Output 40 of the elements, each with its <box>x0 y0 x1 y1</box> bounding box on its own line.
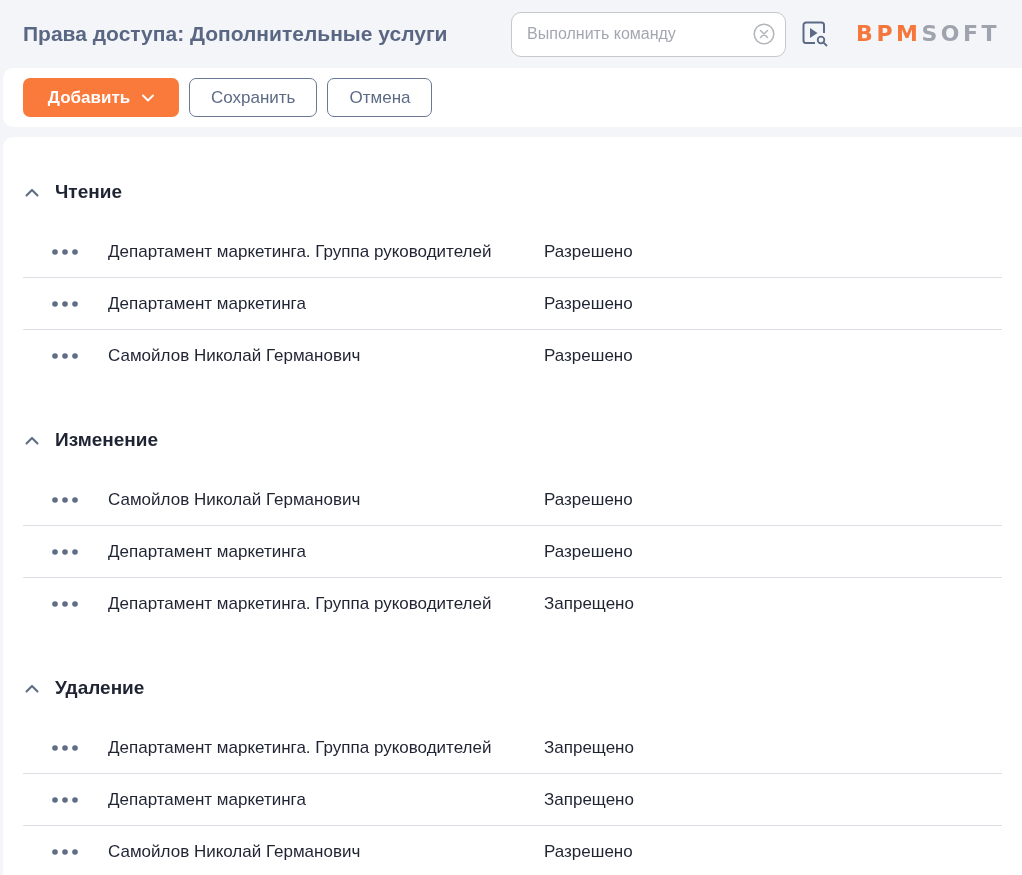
grantee-name: Самойлов Николай Германович <box>108 488 362 511</box>
grantee-name: Самойлов Николай Германович <box>108 841 362 864</box>
more-dots-icon <box>52 248 78 255</box>
more-dots-icon <box>52 601 78 607</box>
grantee-name: Департамент маркетинга. Группа руководителей <box>108 240 493 263</box>
cancel-button[interactable]: Отмена <box>327 78 433 117</box>
access-level: Разрешено <box>544 292 633 315</box>
play-search-icon[interactable] <box>802 21 829 47</box>
access-level: Запрещено <box>544 593 634 616</box>
more-dots-icon <box>52 849 78 855</box>
grantee-name: Департамент маркетинга <box>108 788 307 811</box>
grantee-name: Департамент маркетинга. Группа руководителей <box>108 736 493 759</box>
access-level: Разрешено <box>544 488 633 511</box>
logo: BPM SOFT <box>856 23 1000 45</box>
chevron-up-icon <box>25 435 39 445</box>
chevron-down-icon <box>142 93 155 102</box>
grantee-name: Самойлов Николай Германович <box>108 345 362 368</box>
group-title: Удаление <box>55 675 145 700</box>
save-button[interactable]: Сохранить <box>189 78 318 117</box>
chevron-up-icon <box>25 683 39 693</box>
grantee-name: Департамент маркетинга <box>108 292 307 315</box>
grantee-name: Департамент маркетинга. Группа руководителей <box>108 593 493 616</box>
access-level: Разрешено <box>544 540 633 563</box>
command-field[interactable]: Выполнить команду <box>511 11 787 57</box>
more-dots-icon <box>52 300 78 307</box>
access-level: Разрешено <box>544 841 633 864</box>
group-title: Изменение <box>55 427 158 452</box>
chevron-up-icon <box>25 187 39 197</box>
more-dots-icon <box>52 548 78 555</box>
more-dots-icon <box>52 353 78 359</box>
access-level: Разрешено <box>544 240 633 263</box>
more-dots-icon <box>52 796 78 803</box>
access-level: Разрешено <box>544 345 633 368</box>
grantee-name: Департамент маркетинга <box>108 540 307 563</box>
group-title: Чтение <box>55 179 122 204</box>
access-level: Запрещено <box>544 736 634 759</box>
more-dots-icon <box>52 744 78 751</box>
more-dots-icon <box>52 496 78 503</box>
access-level: Запрещено <box>544 788 634 811</box>
page-title: Права доступа: Дополнительные услуги <box>23 21 448 48</box>
